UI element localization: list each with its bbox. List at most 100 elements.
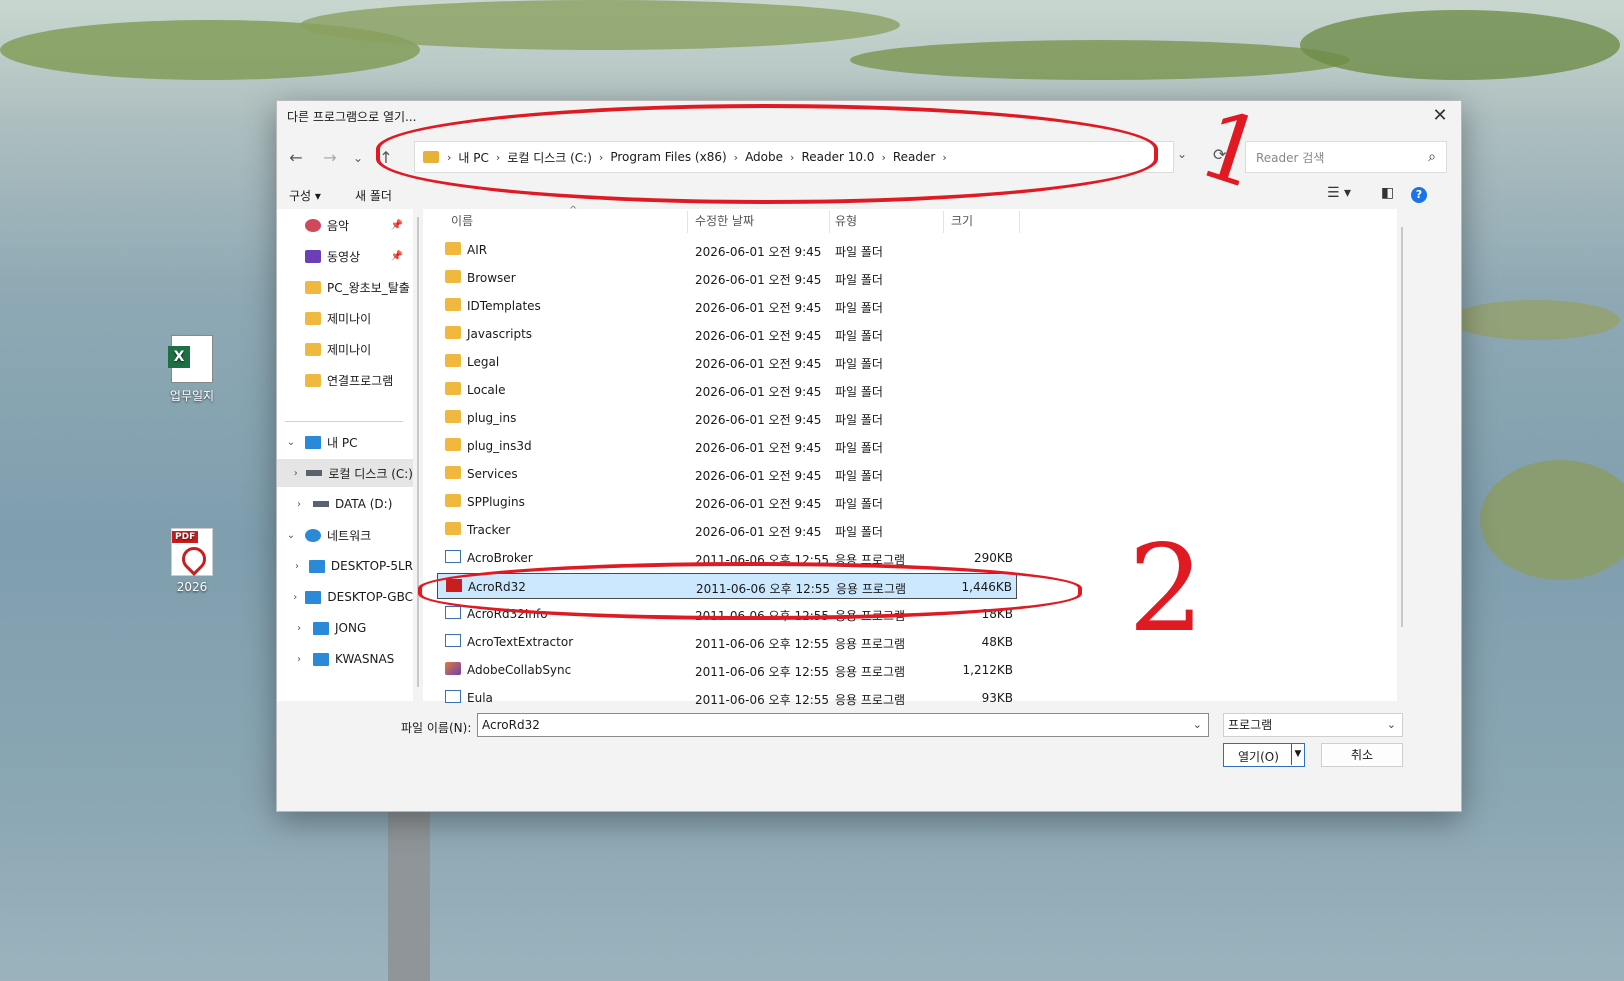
folder-row[interactable]: Locale 2026-06-01 오전 9:45 파일 폴더 bbox=[437, 377, 1017, 403]
file-row[interactable]: AdobeCollabSync 2011-06-06 오후 12:55 응용 프로그… bbox=[437, 657, 1017, 683]
folder-row[interactable]: Javascripts 2026-06-01 오전 9:45 파일 폴더 bbox=[437, 321, 1017, 347]
folder-icon bbox=[445, 438, 461, 451]
close-icon[interactable]: ✕ bbox=[1427, 104, 1453, 128]
folder-icon bbox=[305, 373, 321, 387]
help-icon[interactable]: ? bbox=[1411, 187, 1427, 203]
column-divider[interactable] bbox=[1019, 211, 1020, 233]
file-type: 파일 폴더 bbox=[835, 245, 883, 259]
sidebar-item-data-drive[interactable]: › DATA (D:) bbox=[277, 490, 413, 518]
column-divider[interactable] bbox=[943, 211, 944, 233]
file-modified-date: 2026-06-01 오전 9:45 bbox=[695, 273, 822, 287]
open-button[interactable]: 열기(O) ▼ bbox=[1223, 743, 1305, 767]
cancel-button[interactable]: 취소 bbox=[1321, 743, 1403, 767]
column-divider[interactable] bbox=[829, 211, 830, 233]
column-header-name[interactable]: 이름 bbox=[451, 209, 473, 233]
forward-arrow-icon[interactable]: → bbox=[319, 147, 341, 169]
video-icon bbox=[305, 249, 321, 263]
address-dropdown-icon[interactable]: ⌄ bbox=[1177, 147, 1187, 161]
file-name: AIR bbox=[467, 243, 488, 257]
file-modified-date: 2026-06-01 오전 9:45 bbox=[695, 441, 822, 455]
desktop-icon-excel[interactable]: 업무일지 bbox=[157, 335, 227, 404]
folder-row[interactable]: Legal 2026-06-01 오전 9:45 파일 폴더 bbox=[437, 349, 1017, 375]
folder-row[interactable]: Browser 2026-06-01 오전 9:45 파일 폴더 bbox=[437, 265, 1017, 291]
open-options-dropdown-icon[interactable]: ▼ bbox=[1291, 744, 1304, 765]
sidebar-item-local-disk[interactable]: › 로컬 디스크 (C:) bbox=[277, 459, 413, 487]
recent-locations-chevron-icon[interactable]: ⌄ bbox=[347, 147, 369, 169]
chevron-right-icon[interactable]: › bbox=[293, 468, 298, 479]
pc-icon bbox=[305, 590, 322, 604]
music-icon bbox=[305, 218, 321, 232]
sidebar-item-videos[interactable]: 동영상 📌 bbox=[277, 242, 413, 270]
folder-row[interactable]: plug_ins3d 2026-06-01 오전 9:45 파일 폴더 bbox=[437, 433, 1017, 459]
filename-input[interactable]: AcroRd32 ⌄ bbox=[477, 713, 1209, 737]
view-options-icon[interactable]: ☰ ▾ bbox=[1327, 185, 1351, 201]
folder-row[interactable]: SPPlugins 2026-06-01 오전 9:45 파일 폴더 bbox=[437, 489, 1017, 515]
folder-row[interactable]: Tracker 2026-06-01 오전 9:45 파일 폴더 bbox=[437, 517, 1017, 543]
sidebar-item-label: KWASNAS bbox=[335, 652, 395, 666]
sidebar-item-network-pc[interactable]: › DESKTOP-5LR bbox=[277, 552, 413, 580]
sidebar-item-label: JONG bbox=[335, 621, 367, 635]
chevron-down-icon[interactable]: ⌄ bbox=[1193, 714, 1202, 736]
sidebar-item-folder[interactable]: PC_왕초보_탈출 bbox=[277, 273, 413, 301]
folder-icon bbox=[445, 410, 461, 423]
file-row[interactable]: AcroTextExtractor 2011-06-06 오후 12:55 응용 프… bbox=[437, 629, 1017, 655]
sidebar-item-network-pc[interactable]: › DESKTOP-GBC bbox=[277, 583, 413, 611]
sidebar-scrollbar[interactable] bbox=[417, 217, 419, 687]
application-icon bbox=[445, 550, 461, 563]
desktop-icon-pdf[interactable]: 2026 bbox=[157, 528, 227, 594]
file-list-scrollbar[interactable] bbox=[1401, 227, 1403, 627]
chevron-down-icon[interactable]: ⌄ bbox=[285, 437, 297, 448]
pc-icon bbox=[305, 435, 321, 449]
folder-icon bbox=[445, 242, 461, 255]
sidebar-item-music[interactable]: 음악 📌 bbox=[277, 211, 413, 239]
file-type: 파일 폴더 bbox=[835, 525, 883, 539]
file-size: 1,212KB bbox=[962, 663, 1013, 677]
file-type: 파일 폴더 bbox=[835, 329, 883, 343]
chevron-right-icon[interactable]: › bbox=[293, 623, 305, 634]
filetype-select[interactable]: 프로그램 ⌄ bbox=[1223, 713, 1403, 737]
folder-icon bbox=[445, 298, 461, 311]
sidebar-item-folder[interactable]: 연결프로그램 bbox=[277, 366, 413, 394]
column-header-size[interactable]: 크기 bbox=[951, 209, 973, 233]
folder-icon bbox=[305, 280, 321, 294]
folder-icon bbox=[445, 494, 461, 507]
chevron-down-icon[interactable]: ⌄ bbox=[285, 530, 297, 541]
folder-row[interactable]: plug_ins 2026-06-01 오전 9:45 파일 폴더 bbox=[437, 405, 1017, 431]
open-with-dialog: 다른 프로그램으로 열기... ✕ ← → ⌄ ↑ › 내 PC › 로컬 디스… bbox=[276, 100, 1462, 812]
chevron-down-icon[interactable]: ⌄ bbox=[1387, 714, 1396, 736]
column-divider[interactable] bbox=[687, 211, 688, 233]
sidebar-item-folder[interactable]: 제미나이 bbox=[277, 335, 413, 363]
sidebar-divider bbox=[285, 421, 403, 422]
sidebar-item-network-pc[interactable]: › JONG bbox=[277, 614, 413, 642]
file-modified-date: 2026-06-01 오전 9:45 bbox=[695, 301, 822, 315]
file-modified-date: 2011-06-06 오후 12:55 bbox=[695, 637, 830, 651]
desktop-icon-label: 업무일지 bbox=[169, 389, 215, 403]
folder-icon bbox=[445, 270, 461, 283]
file-type: 파일 폴더 bbox=[835, 301, 883, 315]
annotation-oval-address-bar bbox=[376, 104, 1158, 204]
chevron-right-icon[interactable]: › bbox=[293, 499, 305, 510]
new-folder-button[interactable]: 새 폴더 bbox=[355, 187, 392, 204]
preview-pane-icon[interactable]: ◧ bbox=[1381, 185, 1394, 201]
search-box[interactable]: Reader 검색 ⌕ bbox=[1245, 141, 1447, 173]
filename-label: 파일 이름(N): bbox=[401, 721, 472, 735]
column-header-type[interactable]: 유형 bbox=[835, 209, 857, 233]
column-header-modified[interactable]: 수정한 날짜 bbox=[695, 209, 754, 233]
folder-row[interactable]: AIR 2026-06-01 오전 9:45 파일 폴더 bbox=[437, 237, 1017, 263]
chevron-right-icon[interactable]: › bbox=[293, 592, 297, 603]
drive-icon bbox=[313, 501, 329, 507]
organize-button[interactable]: 구성 ▾ bbox=[289, 187, 321, 204]
sidebar-item-label: 연결프로그램 bbox=[327, 373, 394, 388]
file-list: 이름 ^ 수정한 날짜 유형 크기 AIR 2026-06-01 오전 9:45 파… bbox=[423, 205, 1403, 707]
chevron-right-icon[interactable]: › bbox=[293, 561, 301, 572]
sidebar-item-folder[interactable]: 제미나이 bbox=[277, 304, 413, 332]
file-type: 응용 프로그램 bbox=[835, 665, 906, 679]
pin-icon: 📌 bbox=[390, 219, 403, 231]
sidebar-item-network-pc[interactable]: › KWASNAS bbox=[277, 645, 413, 673]
chevron-right-icon[interactable]: › bbox=[293, 654, 305, 665]
folder-row[interactable]: Services 2026-06-01 오전 9:45 파일 폴더 bbox=[437, 461, 1017, 487]
sidebar-item-network[interactable]: ⌄ 네트워크 bbox=[277, 521, 413, 549]
folder-row[interactable]: IDTemplates 2026-06-01 오전 9:45 파일 폴더 bbox=[437, 293, 1017, 319]
sidebar-item-this-pc[interactable]: ⌄ 내 PC bbox=[277, 428, 413, 456]
back-arrow-icon[interactable]: ← bbox=[285, 147, 307, 169]
